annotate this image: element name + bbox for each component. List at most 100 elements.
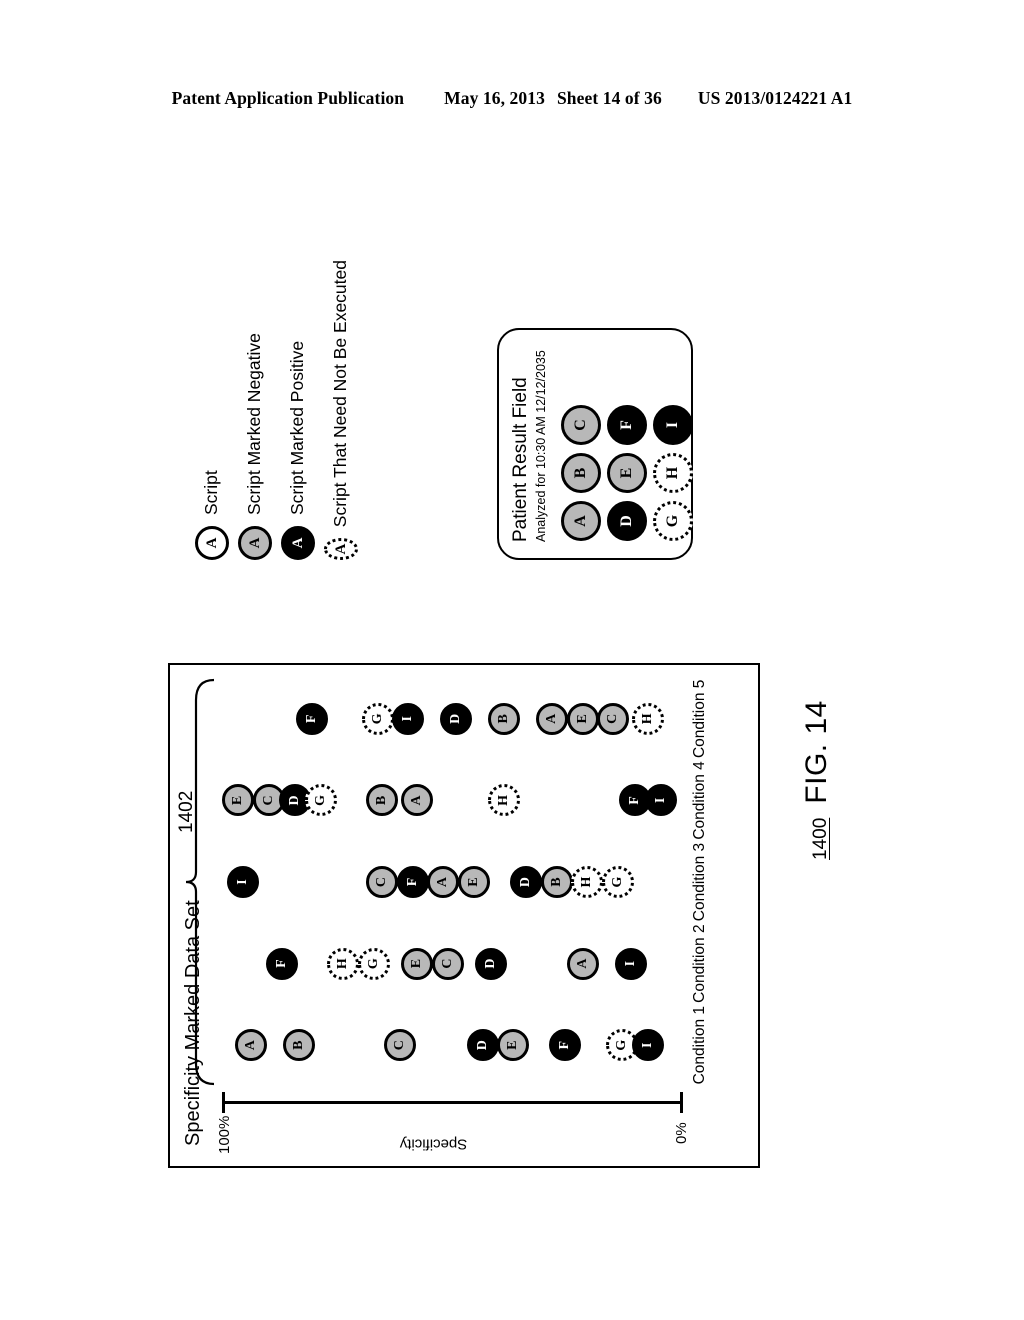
result-marker-H-icon: H	[652, 453, 693, 493]
data-point-D[interactable]: D	[510, 866, 543, 899]
patient-result-cell[interactable]: F	[606, 404, 648, 446]
data-point-B[interactable]: B	[366, 784, 399, 817]
marker-F-icon: F	[396, 866, 429, 899]
result-marker-A-icon: A	[560, 501, 601, 541]
data-point-D[interactable]: D	[440, 702, 473, 735]
data-point-E[interactable]: E	[566, 702, 599, 735]
data-point-B[interactable]: B	[540, 866, 573, 899]
data-point-E[interactable]: E	[401, 947, 434, 980]
data-point-D[interactable]: D	[466, 1029, 499, 1062]
patient-result-cell[interactable]: D	[606, 500, 648, 542]
marker-I-icon: I	[645, 784, 678, 817]
condition-column-1: ABCDEFGI	[218, 1004, 686, 1086]
y-axis-title: Specificity	[399, 1135, 468, 1153]
patent-number: US 2013/0124221 A1	[697, 88, 853, 108]
marker-B-icon: B	[366, 784, 399, 817]
result-marker-B-icon: B	[560, 453, 601, 493]
marker-A-icon: A	[427, 866, 460, 899]
legend-item-black: A Script Marked Positive	[281, 260, 315, 560]
legend-item-label: Script Marked Negative	[244, 333, 265, 515]
data-point-A[interactable]: A	[427, 866, 460, 899]
legend-marker-plain-icon: A	[195, 526, 229, 560]
data-point-I[interactable]: I	[632, 1029, 665, 1062]
marker-A-icon: A	[401, 784, 434, 817]
callout-number: 1402	[176, 790, 197, 833]
data-point-B[interactable]: B	[283, 1029, 316, 1062]
y-axis-bottom-cap	[680, 1092, 683, 1113]
marker-C-icon: C	[383, 1029, 416, 1062]
marker-I-icon: I	[614, 947, 647, 980]
data-point-G[interactable]: G	[361, 702, 394, 735]
data-point-G[interactable]: G	[601, 866, 634, 899]
marker-G-icon: G	[305, 784, 338, 817]
data-point-C[interactable]: C	[597, 702, 630, 735]
figure-label: FIG. 14	[800, 700, 833, 804]
data-point-I[interactable]: I	[392, 702, 425, 735]
condition-column-5: FGIDBAECH	[218, 678, 686, 760]
marker-H-icon: H	[327, 947, 359, 980]
data-point-D[interactable]: D	[475, 947, 508, 980]
data-point-I[interactable]: I	[614, 947, 647, 980]
figure-caption-container: 1400 FIG. 14	[800, 640, 870, 860]
data-point-I[interactable]: I	[226, 866, 259, 899]
marker-D-icon: D	[466, 1029, 499, 1062]
legend-item-label: Script That Need Not Be Executed	[330, 260, 351, 528]
data-point-A[interactable]: A	[235, 1029, 268, 1062]
marker-G-icon: G	[357, 947, 390, 980]
chart-container: Specificity Marked Data Set 100% 0% Spec…	[168, 663, 760, 1168]
data-point-C[interactable]: C	[383, 1029, 416, 1062]
data-point-G[interactable]: G	[305, 784, 338, 817]
marker-H-icon: H	[488, 784, 521, 817]
patient-result-cell[interactable]: G	[652, 500, 694, 542]
result-marker-D-icon: D	[606, 501, 647, 541]
data-point-G[interactable]: G	[357, 947, 390, 980]
marker-E-icon: E	[222, 784, 255, 817]
data-point-H[interactable]: H	[571, 866, 604, 899]
patient-result-field-container: Patient Result Field Analyzed for 10:30 …	[497, 325, 697, 560]
marker-C-icon: C	[431, 947, 464, 980]
data-point-F[interactable]: F	[396, 866, 429, 899]
result-marker-F-icon: F	[606, 405, 647, 445]
data-point-A[interactable]: A	[536, 702, 569, 735]
data-point-H[interactable]: H	[488, 784, 521, 817]
patient-result-cell[interactable]: C	[560, 404, 602, 446]
data-point-F[interactable]: F	[265, 947, 298, 980]
data-point-A[interactable]: A	[566, 947, 599, 980]
data-point-F[interactable]: F	[549, 1029, 582, 1062]
figure-caption: 1400 FIG. 14	[800, 640, 834, 860]
condition-column-4: ECDGBAHFI	[218, 760, 686, 842]
data-point-H[interactable]: H	[327, 947, 359, 980]
publication-label: Patent Application Publication	[171, 88, 405, 108]
result-marker-C-icon: C	[560, 405, 601, 445]
data-point-F[interactable]: F	[296, 702, 329, 735]
data-point-A[interactable]: A	[401, 784, 434, 817]
y-axis-tick-0: 0%	[673, 1122, 690, 1144]
data-point-C[interactable]: C	[431, 947, 464, 980]
marker-A-icon: A	[566, 947, 599, 980]
data-point-C[interactable]: C	[366, 866, 399, 899]
result-marker-E-icon: E	[606, 453, 647, 493]
marker-F-icon: F	[265, 947, 298, 980]
patient-result-cell[interactable]: I	[652, 404, 694, 446]
data-point-B[interactable]: B	[488, 702, 521, 735]
patient-result-cell[interactable]: H	[652, 452, 694, 494]
patient-result-cell[interactable]: B	[560, 452, 602, 494]
marker-F-icon: F	[549, 1029, 582, 1062]
y-axis-tick-100: 100%	[216, 1115, 233, 1154]
patient-result-cell[interactable]: A	[560, 500, 602, 542]
y-axis-line	[222, 1101, 682, 1104]
condition-label-3: Condition 3	[691, 842, 708, 922]
condition-label-1: Condition 1	[691, 1006, 708, 1085]
patient-result-cell[interactable]: E	[606, 452, 648, 494]
data-point-E[interactable]: E	[222, 784, 255, 817]
data-point-E[interactable]: E	[457, 866, 490, 899]
data-point-E[interactable]: E	[497, 1029, 530, 1062]
result-marker-I-icon: I	[652, 405, 693, 445]
y-axis-top-cap	[222, 1092, 225, 1113]
sheet-number: Sheet 14 of 36	[556, 88, 662, 108]
data-point-H[interactable]: H	[632, 702, 665, 735]
condition-column-2: FHGECD AI	[218, 923, 686, 1005]
marker-D-icon: D	[440, 702, 473, 735]
marker-E-icon: E	[401, 947, 434, 980]
data-point-I[interactable]: I	[645, 784, 678, 817]
